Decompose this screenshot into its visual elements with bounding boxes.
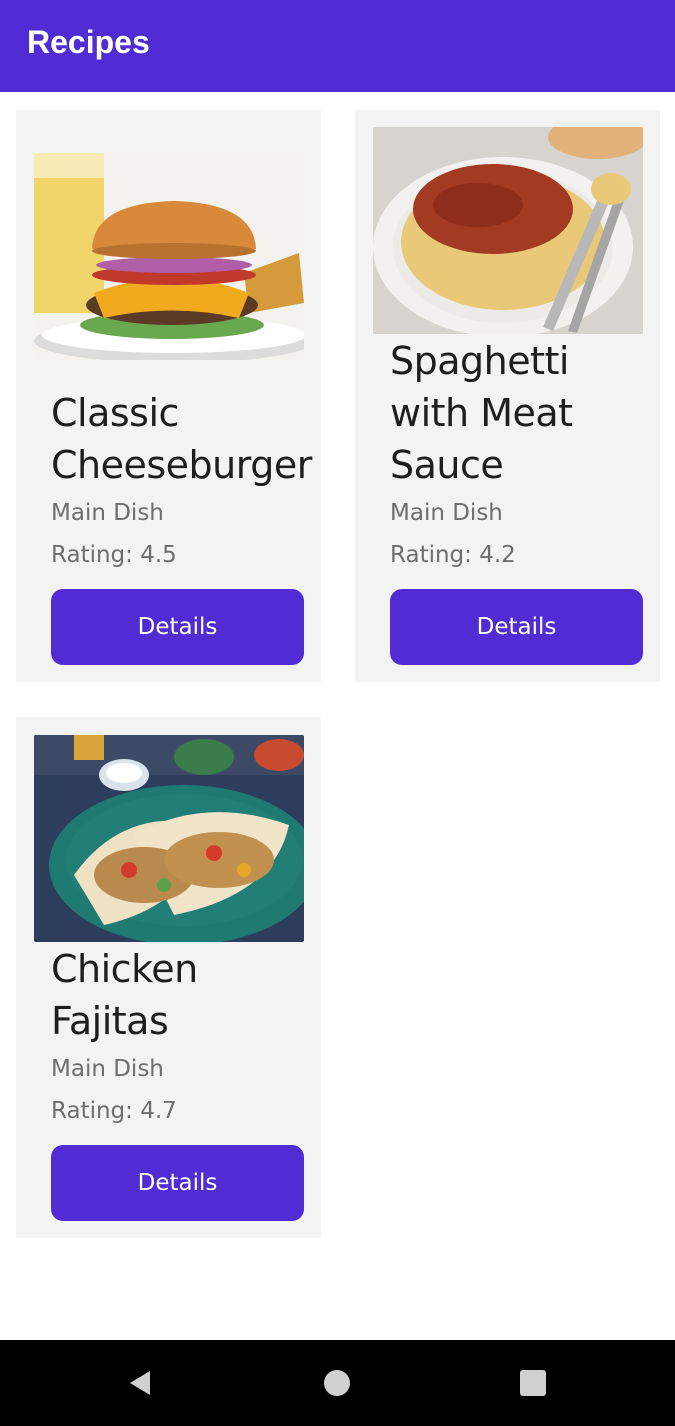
cheeseburger-photo [34,153,304,360]
recipe-category: Main Dish [390,500,503,526]
back-icon[interactable] [126,1368,156,1398]
recipe-category: Main Dish [51,500,164,526]
details-button[interactable]: Details [390,589,643,665]
recipe-name: Classic Cheeseburger [51,391,312,487]
recipe-category: Main Dish [51,1056,164,1082]
app-bar: Recipes [0,0,675,92]
page-title: Recipes [27,24,150,60]
details-button[interactable]: Details [51,589,304,665]
recipe-card-spaghetti: Spaghetti with Meat Sauce Main Dish Rati… [355,110,660,682]
home-icon[interactable] [322,1368,352,1398]
recipe-rating: Rating: 4.2 [390,542,516,568]
recipe-rating: Rating: 4.7 [51,1098,177,1124]
recents-icon[interactable] [518,1368,548,1398]
fajitas-photo [34,735,304,942]
recipe-name: Spaghetti with Meat Sauce [390,339,573,487]
spaghetti-photo [373,127,643,334]
recipe-card-cheeseburger: Classic Cheeseburger Main Dish Rating: 4… [16,110,321,682]
recipe-name: Chicken Fajitas [51,947,198,1043]
system-nav-bar [0,1340,675,1426]
recipe-card-fajitas: Chicken Fajitas Main Dish Rating: 4.7 De… [16,717,321,1238]
details-button[interactable]: Details [51,1145,304,1221]
recipe-rating: Rating: 4.5 [51,542,177,568]
